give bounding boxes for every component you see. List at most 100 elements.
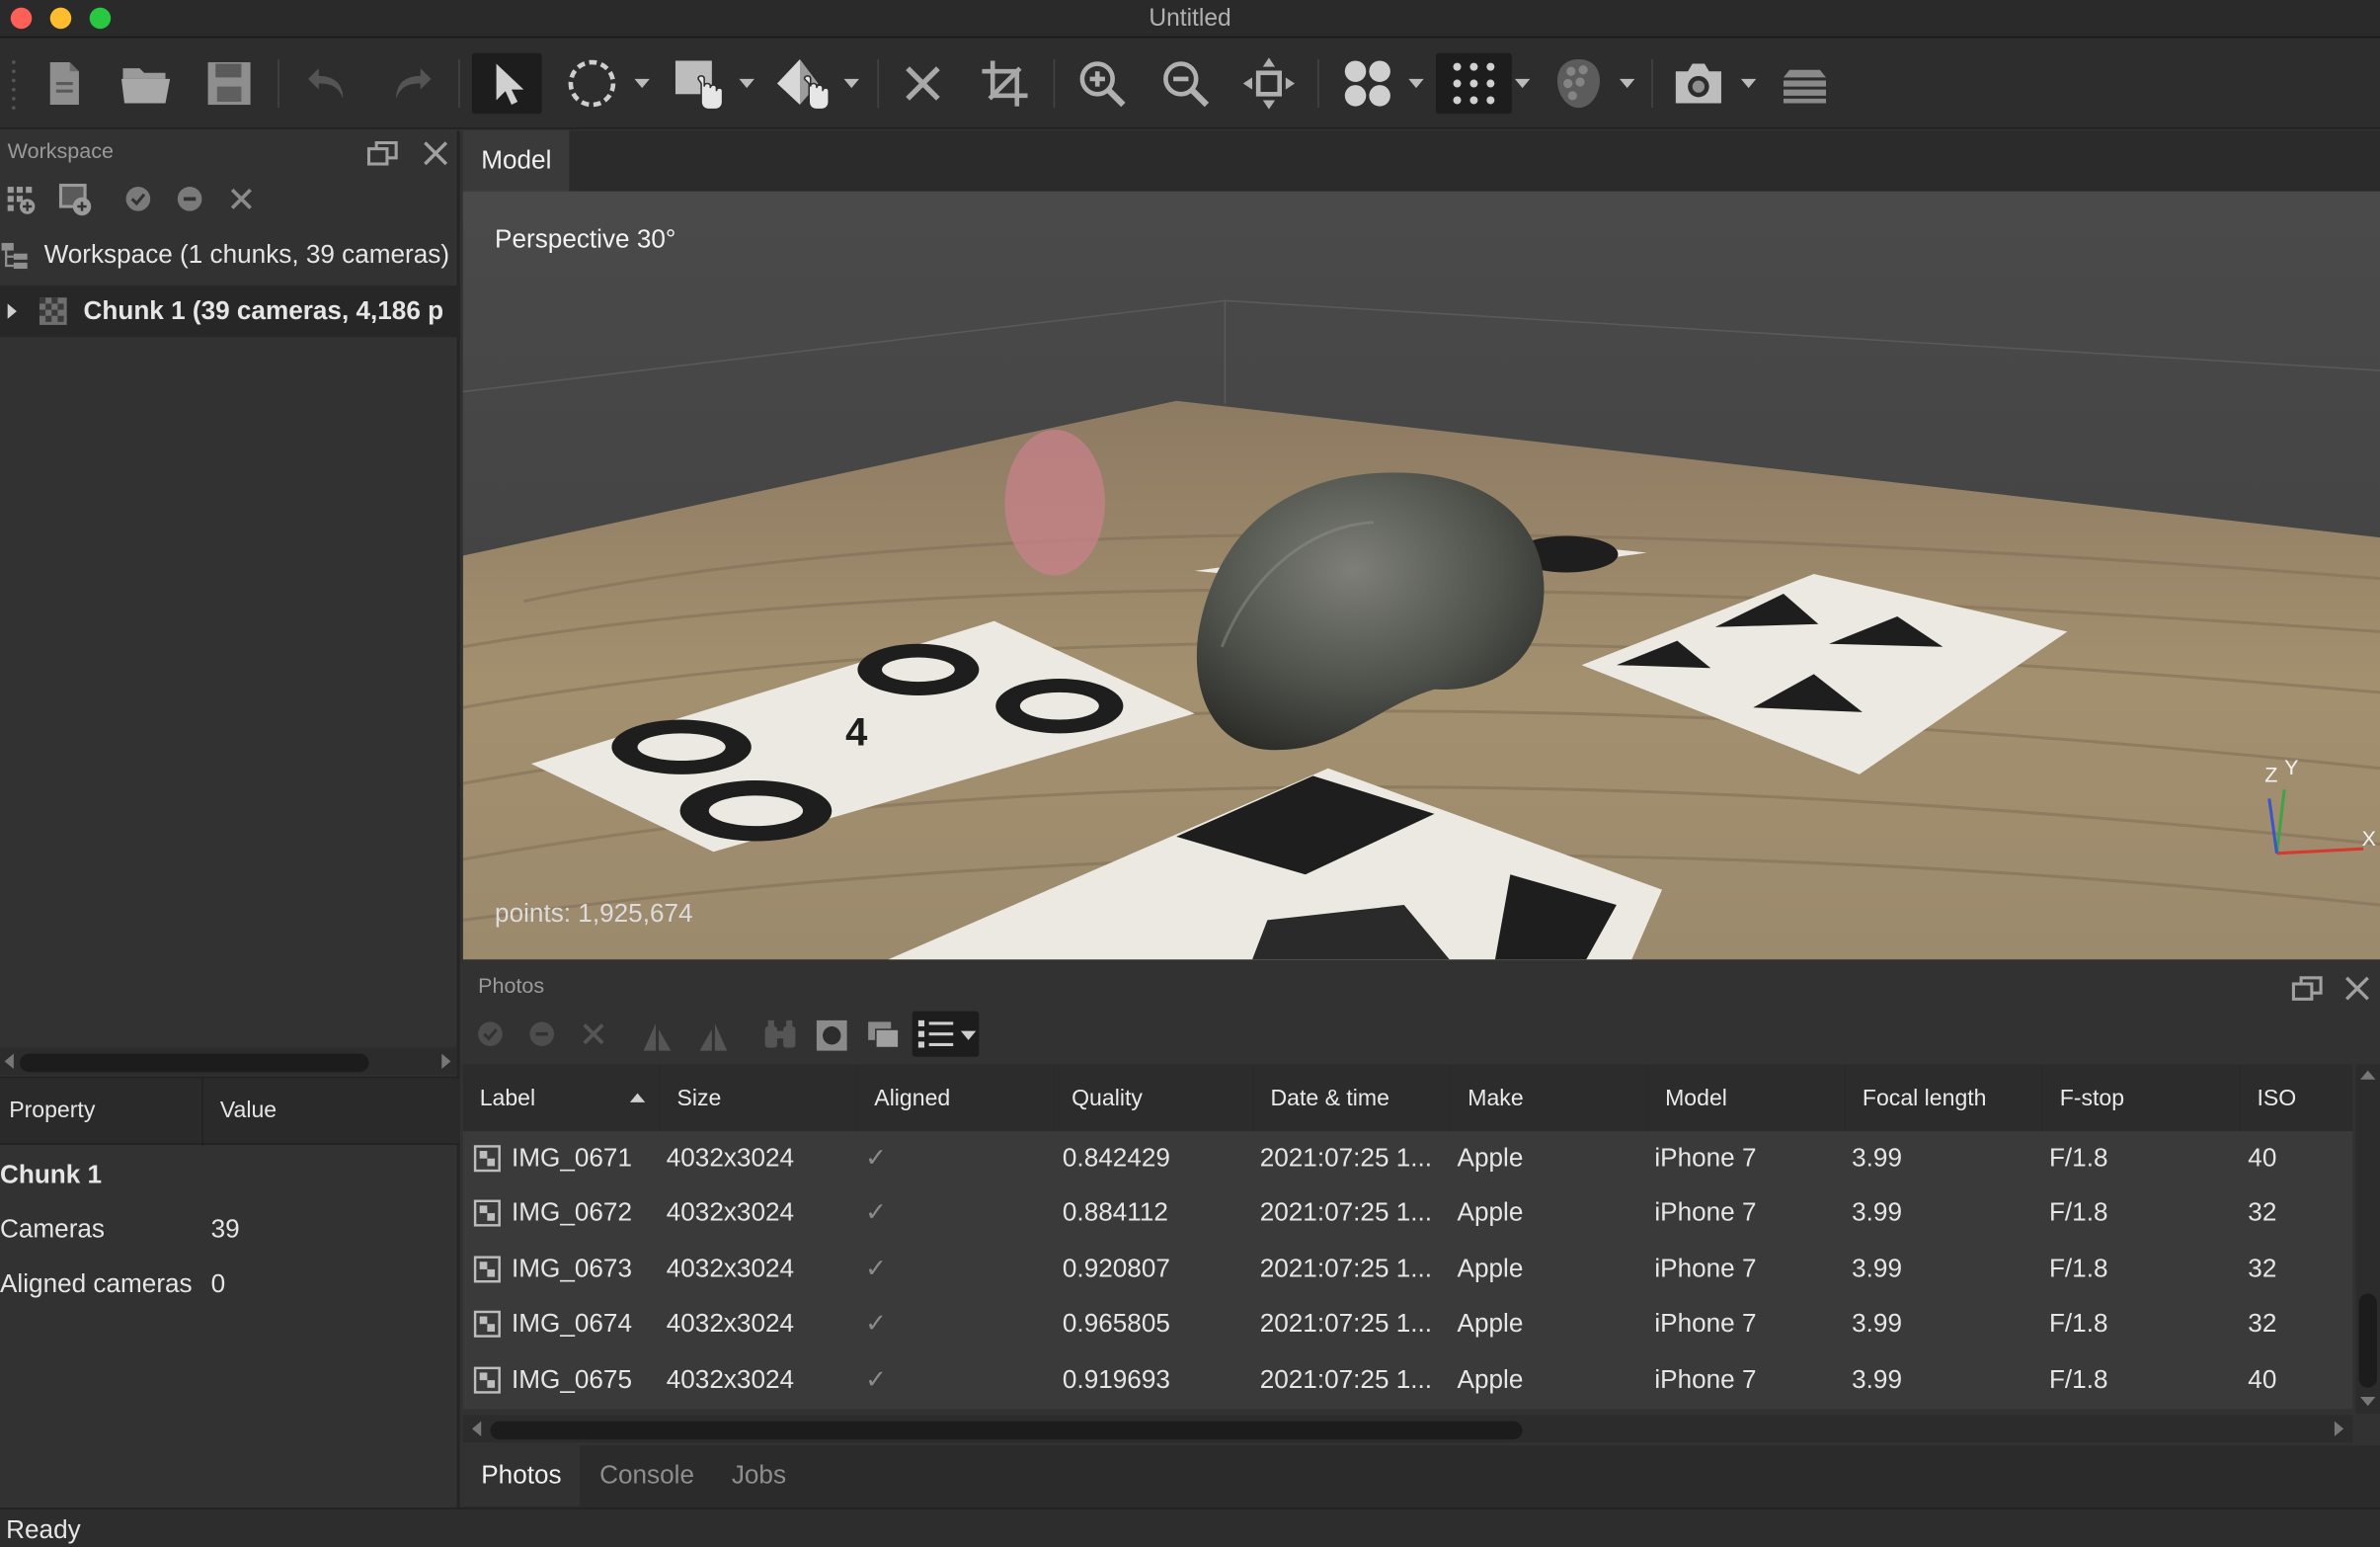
point-cloud-scene: 4 xyxy=(462,191,2380,960)
tab-console[interactable]: Console xyxy=(582,1445,713,1506)
circle-selection-icon[interactable] xyxy=(560,53,624,114)
camera-icon[interactable] xyxy=(1667,53,1731,114)
column-header-fstop[interactable]: F-stop xyxy=(2043,1064,2241,1132)
zoom-in-icon[interactable] xyxy=(1071,53,1132,114)
table-row[interactable]: IMG_0675 4032x3024 ✓ 0.919693 2021:07:25 1..… xyxy=(463,1352,2353,1407)
reset-view-icon[interactable] xyxy=(1238,53,1299,114)
scroll-up-arrow-icon[interactable] xyxy=(2360,1070,2376,1080)
cell-fstop: F/1.8 xyxy=(2048,1198,2108,1228)
sparse-points-icon[interactable] xyxy=(1436,52,1512,115)
cell-label: IMG_0673 xyxy=(511,1254,632,1283)
toolbar-separator xyxy=(1651,58,1653,109)
disable-icon[interactable] xyxy=(176,186,203,220)
model-viewport[interactable]: 4 Perspective 30° points: 1,925,674 Z Y … xyxy=(462,191,2380,960)
zoom-out-icon[interactable] xyxy=(1155,53,1216,114)
open-folder-icon[interactable] xyxy=(116,53,176,114)
close-icon[interactable] xyxy=(421,138,451,176)
cell-aligned: ✓ xyxy=(865,1198,887,1228)
column-header-size[interactable]: Size xyxy=(661,1064,858,1132)
gallery-icon[interactable] xyxy=(865,1018,902,1059)
workspace-horizontal-scrollbar[interactable] xyxy=(0,1047,457,1076)
scrollbar-thumb[interactable] xyxy=(490,1421,1523,1440)
undo-icon[interactable] xyxy=(297,53,357,114)
rotate-left-icon[interactable] xyxy=(641,1018,677,1062)
rect-selection-dropdown-arrow[interactable] xyxy=(739,78,754,89)
close-icon[interactable] xyxy=(2342,973,2373,1011)
column-header-text: F-stop xyxy=(2059,1085,2125,1111)
column-header-quality[interactable]: Quality xyxy=(1055,1064,1254,1132)
layers-icon[interactable] xyxy=(1773,53,1837,114)
column-header-label[interactable]: Label xyxy=(463,1064,661,1132)
add-chunk-icon[interactable] xyxy=(5,184,39,224)
expand-arrow-icon[interactable] xyxy=(6,302,18,320)
select-arrow-icon[interactable] xyxy=(472,52,542,115)
undock-icon[interactable] xyxy=(365,139,399,174)
scroll-left-arrow-icon[interactable] xyxy=(472,1421,482,1437)
crop-icon[interactable] xyxy=(975,53,1035,114)
column-header-iso[interactable]: ISO xyxy=(2241,1064,2353,1131)
property-column-header[interactable]: Property xyxy=(9,1098,95,1123)
delete-icon[interactable] xyxy=(893,53,953,114)
points-dropdown-arrow[interactable] xyxy=(1408,78,1424,89)
dense-points-icon[interactable] xyxy=(1336,53,1400,114)
toolbar-grip[interactable] xyxy=(8,53,20,114)
scrollbar-thumb[interactable] xyxy=(19,1053,369,1073)
table-row[interactable]: IMG_0671 4032x3024 ✓ 0.842429 2021:07:25 1..… xyxy=(463,1131,2353,1185)
move-object-icon[interactable] xyxy=(768,53,838,114)
chunk-item[interactable]: Chunk 1 (39 cameras, 4,186 p xyxy=(0,285,460,338)
column-header-focal-length[interactable]: Focal length xyxy=(1846,1064,2043,1132)
scroll-left-arrow-icon[interactable] xyxy=(4,1053,14,1070)
photos-vertical-scrollbar[interactable] xyxy=(2355,1064,2380,1414)
scroll-right-arrow-icon[interactable] xyxy=(2334,1421,2344,1437)
cell-fstop: F/1.8 xyxy=(2048,1309,2108,1339)
cell-make: Apple xyxy=(1457,1364,1524,1394)
selection-dropdown-arrow[interactable] xyxy=(634,78,650,89)
workspace-panel-title: Workspace xyxy=(7,137,114,163)
photos-horizontal-scrollbar[interactable] xyxy=(462,1415,2353,1443)
redo-icon[interactable] xyxy=(381,53,441,114)
view-mode-button[interactable] xyxy=(912,1011,980,1057)
shaded-mesh-icon[interactable] xyxy=(1546,53,1613,114)
sparse-dropdown-arrow[interactable] xyxy=(1514,78,1531,89)
property-row[interactable]: Aligned cameras 0 xyxy=(0,1258,460,1312)
tab-model[interactable]: Model xyxy=(462,130,570,192)
move-dropdown-arrow[interactable] xyxy=(843,78,859,89)
new-document-icon[interactable] xyxy=(34,53,94,114)
workspace-root-item[interactable]: Workspace (1 chunks, 39 cameras) xyxy=(0,229,460,281)
scroll-down-arrow-icon[interactable] xyxy=(2360,1397,2376,1407)
view-tab-bar: Model xyxy=(462,130,2380,192)
camera-dropdown-arrow[interactable] xyxy=(1740,78,1757,89)
workspace-icon xyxy=(0,240,31,271)
column-header-aligned[interactable]: Aligned xyxy=(857,1064,1056,1132)
disable-icon[interactable] xyxy=(528,1020,556,1055)
properties-header: Property Value xyxy=(0,1076,460,1147)
mask-icon[interactable] xyxy=(814,1018,850,1062)
table-row[interactable]: IMG_0673 4032x3024 ✓ 0.920807 2021:07:25 1..… xyxy=(463,1242,2353,1296)
table-row[interactable]: IMG_0672 4032x3024 ✓ 0.884112 2021:07:25 1..… xyxy=(463,1186,2353,1241)
value-column-header[interactable]: Value xyxy=(220,1098,277,1123)
points-count-label: points: 1,925,674 xyxy=(495,898,693,929)
remove-icon[interactable] xyxy=(580,1020,607,1055)
undock-icon[interactable] xyxy=(2290,975,2324,1010)
add-photos-icon[interactable] xyxy=(56,181,93,225)
scrollbar-thumb[interactable] xyxy=(2358,1293,2377,1388)
cell-size: 4032x3024 xyxy=(666,1309,795,1339)
tab-photos[interactable]: Photos xyxy=(462,1445,581,1506)
remove-icon[interactable] xyxy=(228,186,256,220)
table-row[interactable]: IMG_0674 4032x3024 ✓ 0.965805 2021:07:25 1..… xyxy=(463,1297,2353,1351)
rectangle-selection-hand-icon[interactable] xyxy=(667,53,731,114)
scroll-right-arrow-icon[interactable] xyxy=(441,1053,451,1070)
tab-jobs[interactable]: Jobs xyxy=(713,1445,804,1506)
column-header-datetime[interactable]: Date & time xyxy=(1254,1064,1452,1132)
save-icon[interactable] xyxy=(198,53,259,114)
binoculars-icon[interactable] xyxy=(762,1018,799,1062)
column-header-model[interactable]: Model xyxy=(1648,1064,1846,1132)
enable-icon[interactable] xyxy=(124,186,152,220)
property-row[interactable]: Cameras 39 xyxy=(0,1202,460,1257)
mesh-dropdown-arrow[interactable] xyxy=(1619,78,1635,89)
rotate-right-icon[interactable] xyxy=(693,1018,730,1062)
axis-x-label: X xyxy=(2361,826,2376,851)
column-header-make[interactable]: Make xyxy=(1451,1064,1649,1132)
enable-icon[interactable] xyxy=(477,1020,505,1055)
property-group-row[interactable]: Chunk 1 xyxy=(0,1148,460,1202)
